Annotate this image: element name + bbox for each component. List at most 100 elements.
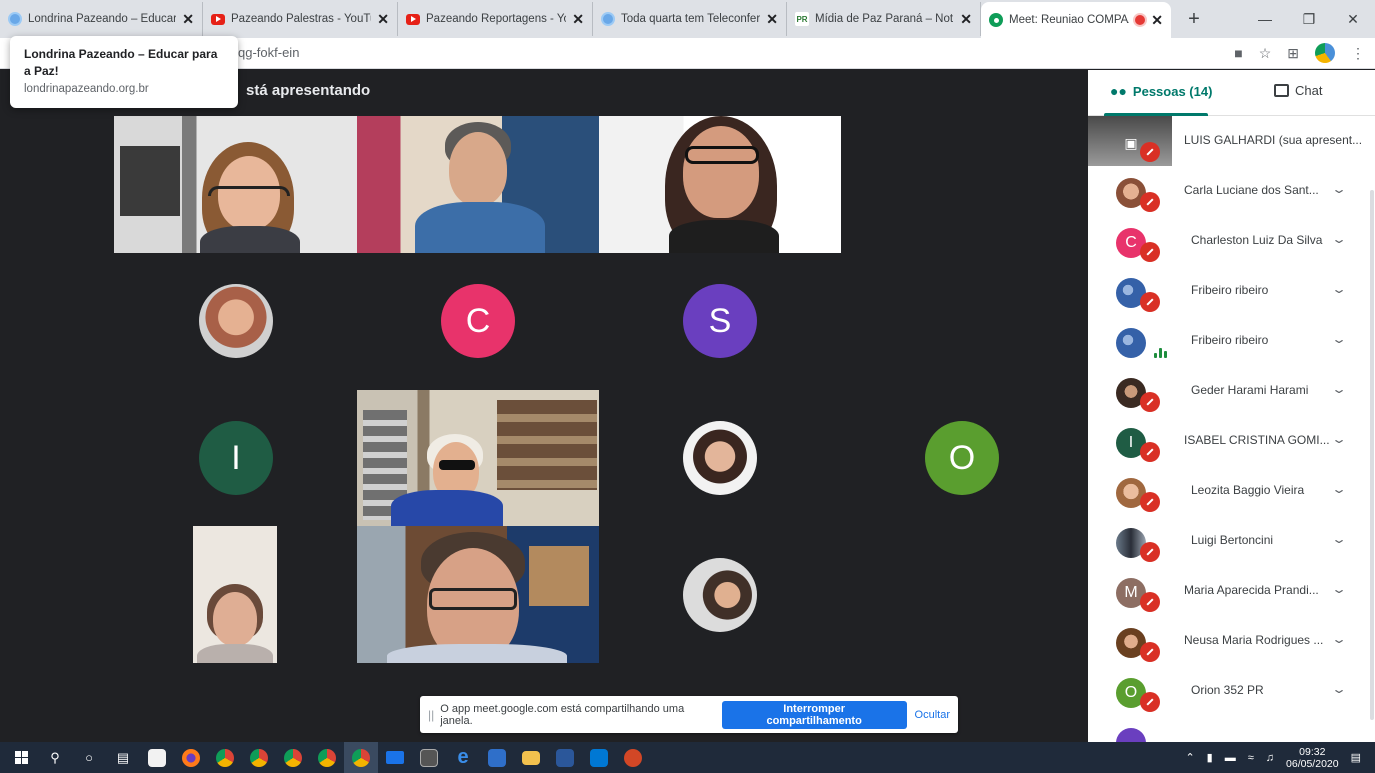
participant-row[interactable]: Leozita Baggio Vieira ⌄: [1088, 466, 1375, 516]
menu-icon[interactable]: ⋮: [1351, 45, 1365, 62]
video-tile[interactable]: [193, 526, 277, 663]
chevron-down-icon[interactable]: ⌄: [1331, 482, 1347, 496]
panel-scrollbar[interactable]: [1370, 190, 1374, 720]
drag-handle-icon[interactable]: ||: [428, 708, 434, 722]
maximize-icon[interactable]: ❐: [1287, 0, 1331, 38]
participant-avatar[interactable]: S: [683, 284, 757, 358]
task-view-icon[interactable]: ▤: [106, 742, 140, 773]
tab-reportagens[interactable]: Pazeando Reportagens - You ✕: [398, 2, 593, 36]
cortana-icon[interactable]: ○: [72, 742, 106, 773]
apps-icon[interactable]: ⊞: [1287, 45, 1299, 62]
participant-face: [449, 132, 507, 206]
search-icon[interactable]: ⚲: [38, 742, 72, 773]
battery-icon[interactable]: ▬: [1225, 752, 1236, 764]
video-tile[interactable]: [357, 526, 599, 663]
chrome-active-icon[interactable]: [344, 742, 378, 773]
participant-row[interactable]: Neusa Maria Rodrigues ... ⌄: [1088, 616, 1375, 666]
star-icon[interactable]: ☆: [1259, 45, 1272, 62]
file-explorer-icon[interactable]: [514, 742, 548, 773]
tab-close-icon[interactable]: ✕: [377, 11, 389, 28]
londrina-favicon-icon: [8, 12, 22, 26]
wifi-icon[interactable]: ≈: [1248, 752, 1254, 764]
stop-sharing-button[interactable]: Interromper compartilhamento: [721, 700, 907, 729]
tab-close-icon[interactable]: ✕: [1151, 12, 1163, 29]
tab-close-icon[interactable]: ✕: [572, 11, 584, 28]
video-tile[interactable]: [599, 116, 841, 253]
tab-close-icon[interactable]: ✕: [182, 11, 194, 28]
chevron-down-icon[interactable]: ⌄: [1331, 282, 1347, 296]
edge-icon[interactable]: e: [446, 742, 480, 773]
outlook-icon[interactable]: [582, 742, 616, 773]
participant-body: [391, 490, 503, 526]
participant-row[interactable]: Luigi Bertoncini ⌄: [1088, 516, 1375, 566]
chevron-down-icon[interactable]: ⌄: [1331, 632, 1347, 646]
hide-button[interactable]: Ocultar: [915, 709, 950, 721]
tooltip-title: Londrina Pazeando – Educar para a Paz!: [24, 47, 218, 78]
chrome-profile-icon[interactable]: [310, 742, 344, 773]
participant-row[interactable]: ▣ LUIS GALHARDI (sua apresent...: [1088, 116, 1375, 166]
tab-londrina[interactable]: Londrina Pazeando – Educar ✕: [0, 2, 203, 36]
tab-teleconferencia[interactable]: Toda quarta tem Teleconferê ✕: [593, 2, 787, 36]
chrome-profile-icon[interactable]: [242, 742, 276, 773]
word-icon[interactable]: [548, 742, 582, 773]
mail-icon[interactable]: [378, 742, 412, 773]
participant-row[interactable]: Carla Luciane dos Sant... ⌄: [1088, 166, 1375, 216]
participant-list[interactable]: ▣ LUIS GALHARDI (sua apresent... Carla L…: [1088, 116, 1375, 742]
tab-close-icon[interactable]: ✕: [960, 11, 972, 28]
participant-row[interactable]: Geder Harami Harami ⌄: [1088, 366, 1375, 416]
participant-row[interactable]: Fribeiro ribeiro ⌄: [1088, 316, 1375, 366]
chevron-down-icon[interactable]: ⌄: [1331, 582, 1347, 596]
chevron-down-icon[interactable]: ⌄: [1331, 682, 1347, 696]
panel-tabs: ●● Pessoas (14) Chat: [1088, 70, 1375, 116]
chevron-down-icon[interactable]: ⌄: [1331, 332, 1347, 346]
volume-icon[interactable]: ♫: [1266, 752, 1274, 764]
tab-midia-de-paz[interactable]: PR Mídia de Paz Paraná – Notíci ✕: [787, 2, 981, 36]
new-tab-button[interactable]: +: [1179, 4, 1209, 34]
chevron-down-icon[interactable]: ⌄: [1331, 232, 1347, 246]
participant-avatar[interactable]: O: [925, 421, 999, 495]
clock[interactable]: 09:32 06/05/2020: [1286, 746, 1339, 770]
participant-photo-avatar[interactable]: [683, 558, 757, 632]
participant-row[interactable]: O Orion 352 PR ⌄: [1088, 666, 1375, 716]
calculator-icon[interactable]: [412, 742, 446, 773]
chevron-down-icon[interactable]: ⌄: [1331, 382, 1347, 396]
participant-photo-avatar[interactable]: [683, 421, 757, 495]
participant-row[interactable]: Fribeiro ribeiro ⌄: [1088, 266, 1375, 316]
tab-people[interactable]: ●● Pessoas (14): [1110, 83, 1212, 99]
participant-avatar[interactable]: I: [199, 421, 273, 495]
chevron-up-icon[interactable]: ⌃: [1185, 751, 1194, 764]
app-icon[interactable]: [480, 742, 514, 773]
chevron-down-icon[interactable]: ⌄: [1331, 182, 1347, 196]
meeting-stage: stá apresentando C S I O: [8, 70, 1088, 742]
chevron-down-icon[interactable]: ⌄: [1331, 432, 1347, 446]
profile-avatar[interactable]: [1315, 43, 1335, 63]
video-tile[interactable]: [357, 116, 599, 253]
store-icon[interactable]: [140, 742, 174, 773]
tab-palestras[interactable]: Pazeando Palestras - YouTub ✕: [203, 2, 398, 36]
participant-row[interactable]: M Maria Aparecida Prandi... ⌄: [1088, 566, 1375, 616]
participant-photo-avatar[interactable]: [199, 284, 273, 358]
close-window-icon[interactable]: ✕: [1331, 0, 1375, 38]
usb-icon[interactable]: ▮: [1207, 751, 1213, 764]
participant-row[interactable]: [1088, 716, 1375, 742]
minimize-icon[interactable]: —: [1243, 0, 1287, 38]
tab-meet[interactable]: Meet: Reuniao COMPAZ ✕: [981, 2, 1171, 38]
tab-close-icon[interactable]: ✕: [766, 11, 778, 28]
windows-start-icon[interactable]: [4, 742, 38, 773]
participant-row[interactable]: C Charleston Luiz Da Silva ⌄: [1088, 216, 1375, 266]
participant-row[interactable]: I ISABEL CRISTINA GOMI... ⌄: [1088, 416, 1375, 466]
tab-chat[interactable]: Chat: [1274, 83, 1322, 98]
participant-avatar[interactable]: C: [441, 284, 515, 358]
powerpoint-icon[interactable]: [616, 742, 650, 773]
url-text[interactable]: qg-fokf-ein: [238, 45, 299, 60]
chevron-down-icon[interactable]: ⌄: [1331, 532, 1347, 546]
video-tile[interactable]: [114, 116, 357, 253]
chrome-icon[interactable]: [208, 742, 242, 773]
notifications-icon[interactable]: ▤: [1351, 751, 1361, 764]
mic-off-icon: [1140, 542, 1160, 562]
chrome-profile-icon[interactable]: [276, 742, 310, 773]
camera-icon[interactable]: ■: [1234, 45, 1242, 61]
video-tile[interactable]: [357, 390, 599, 526]
firefox-icon[interactable]: [174, 742, 208, 773]
tab-title: Meet: Reuniao COMPAZ: [1009, 14, 1130, 26]
